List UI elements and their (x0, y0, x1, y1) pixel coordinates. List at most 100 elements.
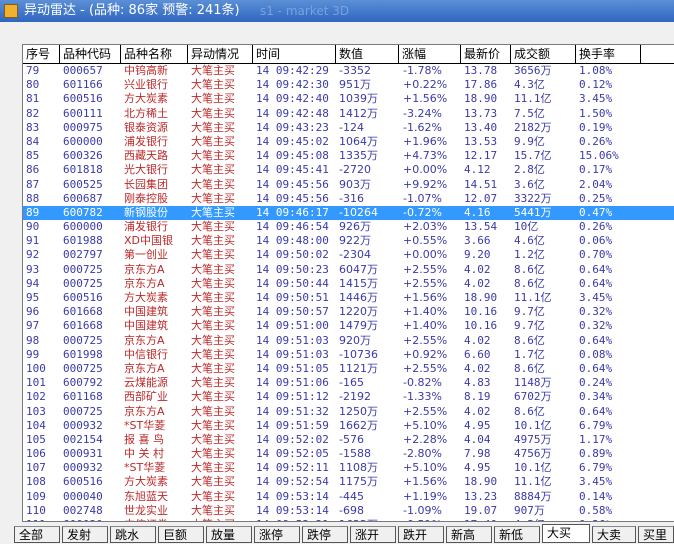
table-row[interactable]: 103 000725 京东方A 大笔主买 14 09:51:32 1250万 +2.55% 4… (23, 405, 674, 419)
column-header-change[interactable]: 涨幅 (399, 45, 461, 63)
table-row[interactable]: 92 002797 第一创业 大笔主买 14 09:50:02 -2304 +0.00% 9.… (23, 248, 674, 262)
tab-1[interactable]: 发射 (62, 526, 108, 543)
table-row[interactable]: 109 000040 东旭蓝天 大笔主买 14 09:53:14 -445 +1.19% 13… (23, 490, 674, 504)
cell-turnover: 1.7亿 (514, 347, 545, 361)
cell-turnover-rate: 2.04% (579, 177, 613, 191)
table-row[interactable]: 102 601168 西部矿业 大笔主买 14 09:51:12 -2192 -1.33% 8… (23, 390, 674, 404)
cell-value: -10736 (339, 347, 378, 361)
table-row[interactable]: 90 600000 浦发银行 大笔主买 14 09:46:54 926万 +2.03% 13.… (23, 220, 674, 234)
cell-code: 600525 (63, 177, 103, 191)
cell-turnover: 10亿 (514, 220, 539, 234)
cell-alert-type: 大笔主买 (191, 191, 235, 205)
table-row[interactable]: 91 601988 XD中国银 大笔主买 14 09:48:00 922万 +0.55% 3.… (23, 234, 674, 248)
cell-time: 14 09:45:02 (256, 134, 329, 148)
cell-index: 97 (26, 319, 40, 333)
table-row[interactable]: 97 601668 中国建筑 大笔主买 14 09:51:00 1479万 +1.40% 10… (23, 319, 674, 333)
table-row[interactable]: 111600030中信证券大笔主买14 09:53:211622万-0.51%1… (23, 518, 674, 521)
cell-name: 中国建筑 (124, 305, 168, 319)
table-row[interactable]: 79 000657 中钨高新 大笔主买 14 09:42:29 -3352 -1.78% 13… (23, 64, 674, 78)
table-row[interactable]: 81 600516 方大炭素 大笔主买 14 09:42:40 1039万 +1.56% 18… (23, 92, 674, 106)
table-row[interactable]: 95 600516 方大炭素 大笔主买 14 09:50:51 1446万 +1.56% 18… (23, 291, 674, 305)
cell-value: -2720 (339, 163, 371, 177)
cell-change: +4.73% (403, 149, 448, 163)
table-row[interactable]: 82 600111 北方稀土 大笔主买 14 09:42:48 1412万 -3.24% 13… (23, 107, 674, 121)
table-row[interactable]: 83 000975 银泰资源 大笔主买 14 09:43:23 -124 -1.62% 13.… (23, 121, 674, 135)
cell-turnover: 4975万 (514, 432, 552, 446)
cell-turnover-rate: 0.14% (579, 489, 613, 503)
column-header-turnover[interactable]: 成交额 (511, 45, 576, 63)
table-row[interactable]: 98 000725 京东方A 大笔主买 14 09:51:03 920万 +2.55% 4.0… (23, 334, 674, 348)
table-row[interactable]: 96 601668 中国建筑 大笔主买 14 09:50:57 1220万 +1.40% 10… (23, 305, 674, 319)
window-titlebar[interactable]: 异动雷达 - (品种: 86家 预警: 241条) s1 - market 3D (0, 0, 674, 22)
column-header-turnover-rate[interactable]: 换手率 (576, 45, 641, 63)
tab-5[interactable]: 涨停 (254, 526, 300, 543)
tab-6[interactable]: 跌停 (302, 526, 348, 543)
column-header-alert-type[interactable]: 异动情况 (188, 45, 253, 63)
column-header-name[interactable]: 品种名称 (121, 45, 188, 63)
tab-9[interactable]: 新高 (446, 526, 492, 543)
cell-value: 1479万 (339, 319, 378, 333)
cell-alert-type: 大笔主买 (191, 432, 235, 446)
cell-name: 报 喜 鸟 (124, 432, 164, 446)
cell-turnover-rate: 0.12% (579, 78, 613, 92)
cell-index: 88 (26, 191, 40, 205)
column-header-last-price[interactable]: 最新价 (461, 45, 511, 63)
cell-turnover-rate: 0.89% (579, 447, 613, 461)
cell-code: 601668 (63, 305, 103, 319)
table-row[interactable]: 93 000725 京东方A 大笔主买 14 09:50:23 6047万 +2.55% 4.… (23, 263, 674, 277)
tab-0[interactable]: 全部 (14, 526, 60, 543)
tab-12[interactable]: 大卖 (592, 526, 636, 543)
tab-8[interactable]: 跌开 (398, 526, 444, 543)
tab-11[interactable]: 大买 (542, 524, 590, 543)
tab-10[interactable]: 新低 (494, 526, 540, 543)
table-row[interactable]: 108 600516 方大炭素 大笔主买 14 09:52:54 1175万 +1.56% 1… (23, 475, 674, 489)
table-row[interactable]: 104 000932 *ST华菱 大笔主买 14 09:51:59 1662万 +5.10%… (23, 419, 674, 433)
table-row[interactable]: 86 601818 光大银行 大笔主买 14 09:45:41 -2720 +0.00% 4.… (23, 163, 674, 177)
column-header-value[interactable]: 数值 (336, 45, 399, 63)
cell-index: 90 (26, 220, 40, 234)
tab-3[interactable]: 巨额 (158, 526, 204, 543)
cell-time: 14 09:50:57 (256, 305, 329, 319)
cell-index: 109 (26, 489, 46, 503)
table-row[interactable]: 88 600687 刚泰控股 大笔主买 14 09:45:56 -316 -1.07% 12.… (23, 192, 674, 206)
cell-change: +2.55% (403, 262, 448, 276)
column-header-index[interactable]: 序号 (23, 45, 60, 63)
table-row[interactable]: 85 600326 西藏天路 大笔主买 14 09:45:08 1335万 +4.73% 12… (23, 149, 674, 163)
table-row[interactable]: 80 601166 兴业银行 大笔主买 14 09:42:30 951万 +0.22% 17.… (23, 78, 674, 92)
cell-change: +1.19% (403, 489, 448, 503)
table-row[interactable]: 94 000725 京东方A 大笔主买 14 09:50:44 1415万 +2.55% 4.… (23, 277, 674, 291)
column-header-code[interactable]: 品种代码 (60, 45, 121, 63)
tab-2[interactable]: 跳水 (110, 526, 156, 543)
table-body: 79 000657 中钨高新 大笔主买 14 09:42:29 -3352 -1.78% 13… (23, 64, 674, 521)
cell-code: 000725 (63, 333, 103, 347)
cell-code: 601166 (63, 78, 103, 92)
cell-turnover-rate: 0.17% (579, 163, 613, 177)
tab-7[interactable]: 涨开 (350, 526, 396, 543)
cell-turnover-rate: 0.19% (579, 120, 613, 134)
table-row[interactable]: 106 000931 中 关 村 大笔主买 14 09:52:05 -1588 -2.80%… (23, 447, 674, 461)
table-row[interactable]: 100 000725 京东方A 大笔主买 14 09:51:05 1121万 +2.55% 4… (23, 362, 674, 376)
table-row[interactable]: 99 601998 中信银行 大笔主买 14 09:51:03 -10736 +0.92% 6… (23, 348, 674, 362)
cell-change: +9.92% (403, 177, 448, 191)
cell-value: -445 (339, 489, 364, 503)
cell-turnover: 8.6亿 (514, 361, 545, 375)
cell-turnover-rate: 0.08% (579, 347, 613, 361)
table-row[interactable]: 105 002154 报 喜 鸟 大笔主买 14 09:52:02 -576 +2.28% 4… (23, 433, 674, 447)
cell-code: 000040 (63, 489, 103, 503)
table-row[interactable]: 110 002748 世龙实业 大笔主买 14 09:53:14 -698 -1.09% 19… (23, 504, 674, 518)
cell-name: 浦发银行 (124, 220, 168, 234)
tab-4[interactable]: 放量 (206, 526, 252, 543)
table-row[interactable]: 87 600525 长园集团 大笔主买 14 09:45:56 903万 +9.92% 14.… (23, 178, 674, 192)
cell-turnover: 9.7亿 (514, 305, 545, 319)
cell-value: 1446万 (339, 291, 378, 304)
table-row[interactable]: 84 600000 浦发银行 大笔主买 14 09:45:02 1064万 +1.96% 13… (23, 135, 674, 149)
cell-name: 京东方A (124, 333, 165, 347)
cell-alert-type: 大笔主买 (191, 418, 235, 432)
cell-code: 601168 (63, 390, 103, 404)
table-row[interactable]: 101 600792 云煤能源 大笔主买 14 09:51:06 -165 -0.82% 4.… (23, 376, 674, 390)
cell-value: 922万 (339, 234, 371, 248)
column-header-time[interactable]: 时间 (253, 45, 336, 63)
tab-13[interactable]: 买里 (638, 526, 674, 543)
table-row[interactable]: 89 600782 新钢股份 大笔主买 14 09:46:17 -10264 -0.72% 4… (23, 205, 674, 221)
table-row[interactable]: 107 000932 *ST华菱 大笔主买 14 09:52:11 1108万 +5.10%… (23, 461, 674, 475)
